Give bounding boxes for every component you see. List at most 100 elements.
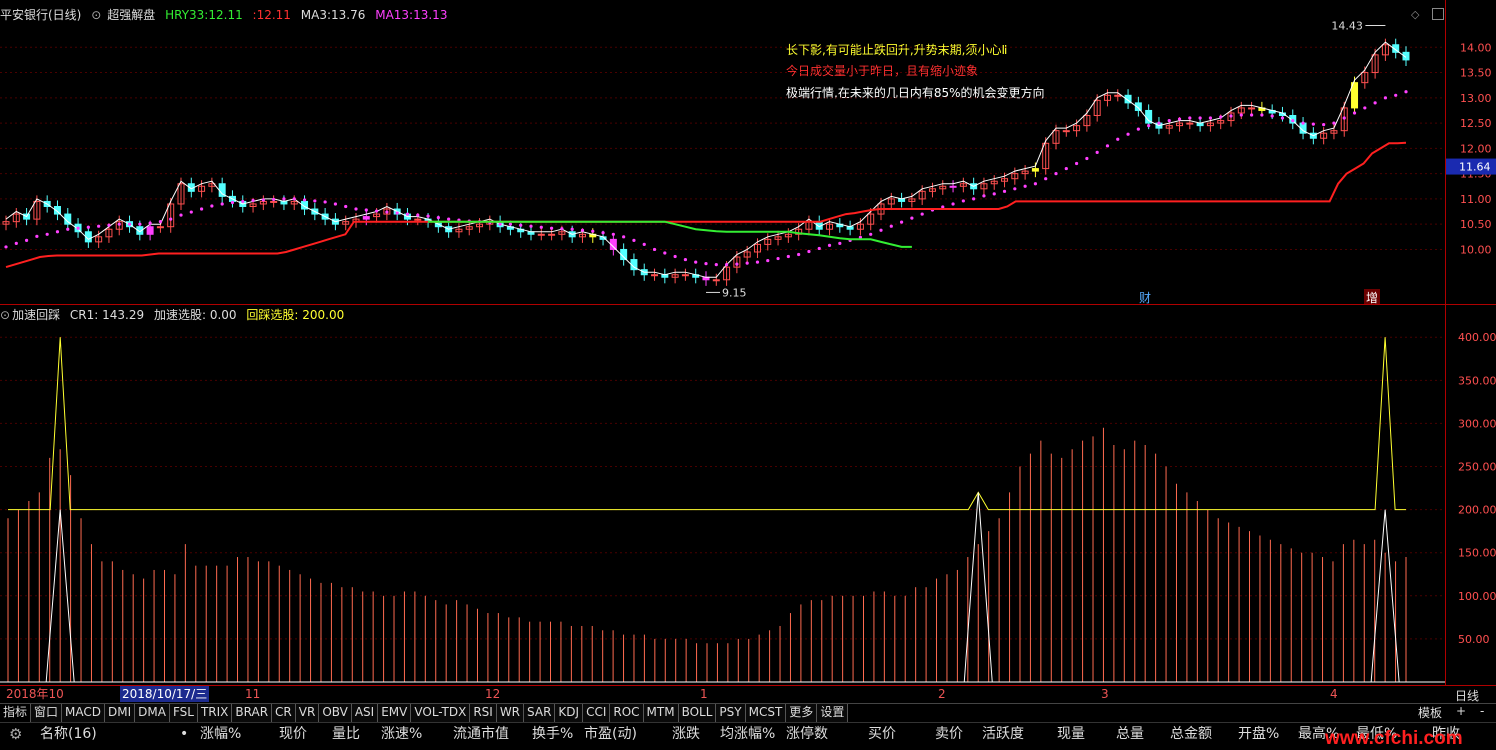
tab-10[interactable]: OBV bbox=[319, 704, 352, 722]
y-tick-label: 12.50 bbox=[1460, 117, 1492, 130]
ma13-dot bbox=[1002, 189, 1007, 193]
tab-13[interactable]: VOL-TDX bbox=[411, 704, 471, 722]
y-tick-label: 200.00 bbox=[1458, 504, 1496, 517]
ma13-dot bbox=[622, 235, 626, 239]
column-15[interactable]: 总金额 bbox=[1170, 723, 1212, 745]
candle bbox=[681, 274, 689, 277]
column-16[interactable]: 开盘% bbox=[1238, 723, 1279, 745]
candle bbox=[414, 218, 422, 221]
column-7[interactable]: 涨跌 bbox=[672, 723, 700, 745]
ma13-dot bbox=[230, 200, 235, 205]
tab-24[interactable]: 更多 bbox=[786, 704, 818, 722]
column-14[interactable]: 总量 bbox=[1116, 723, 1144, 745]
candle bbox=[1062, 130, 1070, 133]
ma13-dot bbox=[889, 224, 893, 228]
ma13-dot bbox=[354, 207, 358, 211]
ma13-dot bbox=[169, 217, 173, 221]
plus-button[interactable]: + bbox=[1456, 704, 1466, 718]
ma13-dot bbox=[313, 199, 317, 203]
chart-area[interactable]: 10.0010.5011.0011.5012.0012.5013.0013.50… bbox=[0, 0, 1496, 686]
tab-23[interactable]: MCST bbox=[745, 704, 787, 722]
date-label-2: 11 bbox=[245, 687, 261, 701]
ma13-dot bbox=[189, 210, 193, 214]
tab-21[interactable]: BOLL bbox=[678, 704, 717, 722]
tab-11[interactable]: ASI bbox=[351, 704, 379, 722]
tab-14[interactable]: RSI bbox=[470, 704, 497, 722]
tab-0[interactable]: 指标 bbox=[0, 704, 32, 722]
ma13-dot bbox=[1291, 118, 1295, 123]
column-4[interactable]: 流通市值 bbox=[453, 723, 509, 745]
column-9[interactable]: 涨停数 bbox=[786, 723, 828, 745]
column-1[interactable]: 现价 bbox=[279, 723, 307, 745]
tab-4[interactable]: DMA bbox=[135, 704, 170, 722]
tab-19[interactable]: ROC bbox=[610, 704, 644, 722]
ma13-dot bbox=[107, 223, 111, 227]
tab-7[interactable]: BRAR bbox=[232, 704, 273, 722]
column-11[interactable]: 卖价 bbox=[935, 723, 963, 745]
ma13-dot bbox=[395, 211, 399, 215]
gear-icon[interactable]: ⚙ bbox=[9, 723, 22, 745]
tab-3[interactable]: DMI bbox=[105, 704, 136, 722]
ma13-dot bbox=[158, 220, 163, 224]
y-tick-label: 400.00 bbox=[1458, 331, 1496, 344]
minus-button[interactable]: - bbox=[1480, 704, 1484, 718]
ma13-dot bbox=[745, 261, 749, 265]
tab-15[interactable]: WR bbox=[496, 704, 525, 722]
column-13[interactable]: 现量 bbox=[1057, 723, 1085, 745]
template-button[interactable]: 模板 bbox=[1418, 704, 1442, 721]
ma13-dot bbox=[1322, 123, 1326, 127]
period-button[interactable]: 日线 bbox=[1455, 687, 1479, 704]
ma13-dot bbox=[35, 234, 39, 238]
column-header: ⚙ 名称(16) • 涨幅% 现价 量比 涨速% 流通市值 换手% 市盈(动) 涨跌 均涨幅% 涨… bbox=[0, 722, 1496, 747]
tab-25[interactable]: 设置 bbox=[817, 704, 849, 722]
ma13-dot bbox=[374, 209, 379, 213]
tab-12[interactable]: EMV bbox=[378, 704, 412, 722]
ma13-dot bbox=[1301, 121, 1305, 125]
ma13-dot bbox=[580, 228, 585, 232]
ma13-dot bbox=[714, 263, 718, 267]
candle bbox=[156, 226, 164, 229]
ma13-dot bbox=[899, 220, 904, 224]
ma13-dot bbox=[992, 192, 996, 196]
ma13-dot bbox=[292, 197, 296, 201]
tab-1[interactable]: 窗口 bbox=[31, 704, 63, 722]
column-0[interactable]: 涨幅% bbox=[200, 723, 241, 745]
ma13-dot bbox=[1167, 118, 1171, 123]
tab-16[interactable]: SAR bbox=[524, 704, 556, 722]
ma13-dot bbox=[1136, 127, 1140, 131]
tab-18[interactable]: CCI bbox=[583, 704, 611, 722]
tab-20[interactable]: MTM bbox=[643, 704, 679, 722]
tab-2[interactable]: MACD bbox=[62, 704, 106, 722]
ma13-dot bbox=[1085, 156, 1089, 161]
ma13-dot bbox=[1260, 113, 1264, 117]
watermark: www.cfchi.com bbox=[1325, 728, 1463, 749]
ma13-dot bbox=[148, 221, 152, 225]
tab-9[interactable]: VR bbox=[295, 704, 320, 722]
name-column[interactable]: 名称(16) bbox=[40, 723, 97, 745]
ma3-line bbox=[5, 41, 1407, 278]
tab-8[interactable]: CR bbox=[272, 704, 296, 722]
column-5[interactable]: 换手% bbox=[532, 723, 573, 745]
ma13-dot bbox=[1404, 90, 1408, 94]
column-6[interactable]: 市盈(动) bbox=[584, 723, 637, 745]
ma13-dot bbox=[838, 241, 842, 245]
y-tick-label: 10.00 bbox=[1460, 243, 1492, 256]
column-3[interactable]: 涨速% bbox=[381, 723, 422, 745]
tab-6[interactable]: TRIX bbox=[197, 704, 233, 722]
column-10[interactable]: 买价 bbox=[868, 723, 896, 745]
dot-marker: • bbox=[180, 726, 189, 742]
column-12[interactable]: 活跃度 bbox=[982, 723, 1024, 745]
tab-5[interactable]: FSL bbox=[169, 704, 198, 722]
column-8[interactable]: 均涨幅% bbox=[720, 723, 775, 745]
tab-17[interactable]: KDJ bbox=[555, 704, 584, 722]
ma13-dot bbox=[879, 228, 883, 232]
tab-22[interactable]: PSY bbox=[716, 704, 746, 722]
column-2[interactable]: 量比 bbox=[332, 723, 360, 745]
ma13-dot bbox=[1229, 114, 1233, 118]
y-tick-label: 11.00 bbox=[1460, 193, 1492, 206]
ma13-dot bbox=[385, 210, 389, 214]
y-tick-label: 100.00 bbox=[1458, 590, 1496, 603]
date-label-3: 12 bbox=[485, 687, 501, 701]
candle bbox=[651, 274, 659, 277]
ma13-dot bbox=[1270, 114, 1274, 118]
